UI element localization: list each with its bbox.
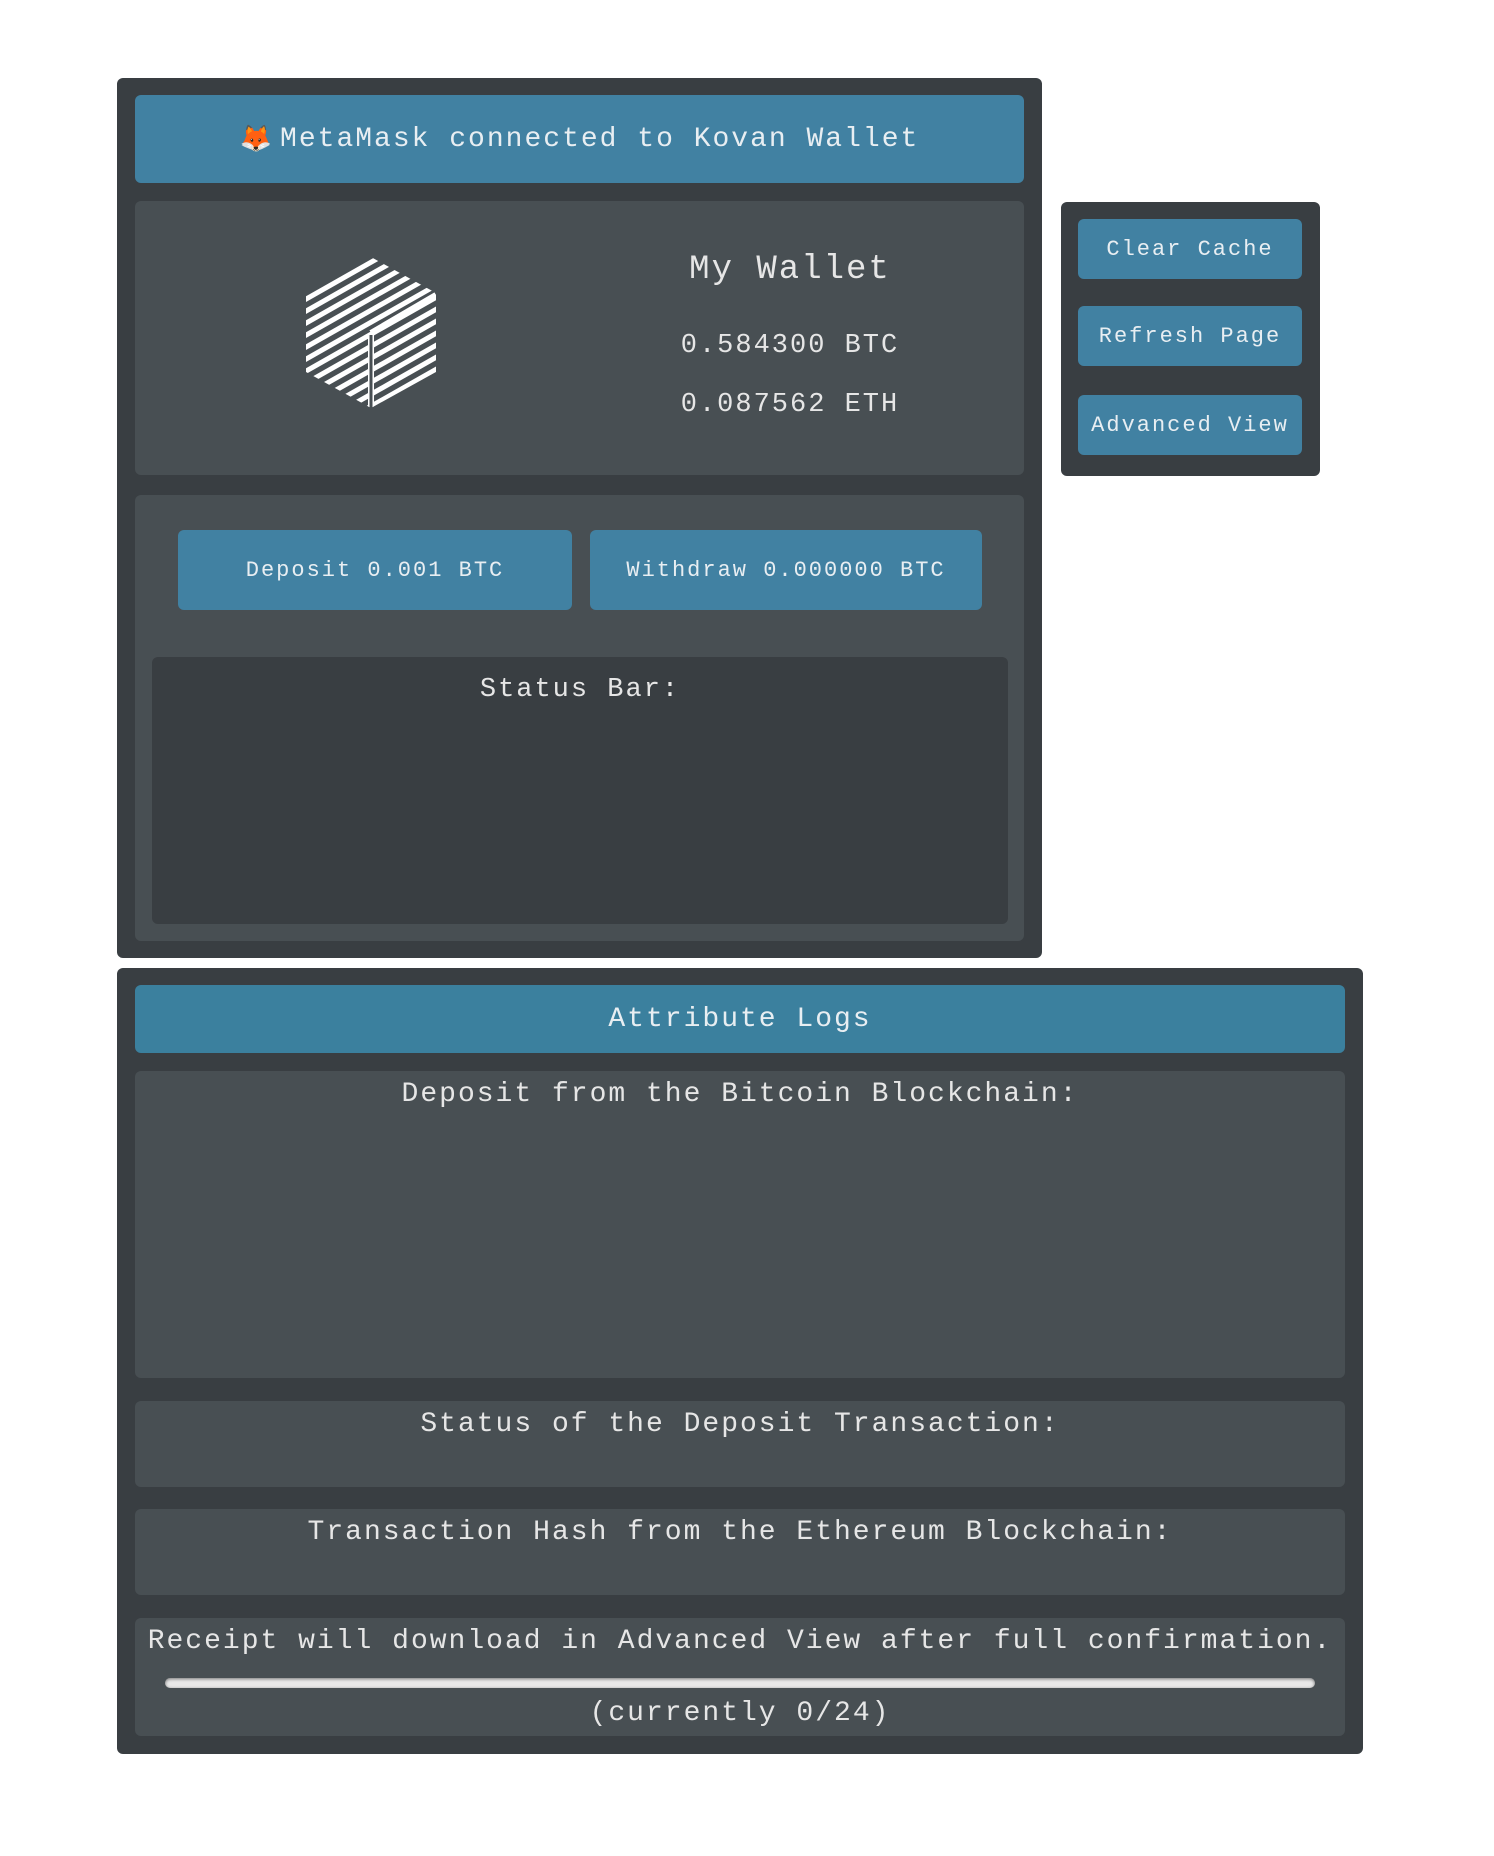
metamask-connection-banner: 🦊 MetaMask connected to Kovan Wallet: [135, 95, 1024, 183]
deposit-button[interactable]: Deposit 0.001 BTC: [178, 530, 572, 610]
transaction-status-label: Status of the Deposit Transaction:: [420, 1409, 1060, 1440]
transaction-hash-box: Transaction Hash from the Ethereum Block…: [135, 1509, 1345, 1595]
transaction-hash-label: Transaction Hash from the Ethereum Block…: [307, 1517, 1173, 1548]
cube-logo-icon: [306, 257, 436, 410]
transaction-status-box: Status of the Deposit Transaction:: [135, 1401, 1345, 1487]
deposit-log-label: Deposit from the Bitcoin Blockchain:: [401, 1079, 1079, 1110]
confirmation-count: (currently 0/24): [589, 1698, 891, 1729]
deposit-log-box: Deposit from the Bitcoin Blockchain:: [135, 1071, 1345, 1378]
fox-icon: 🦊: [239, 124, 275, 155]
wallet-summary: My Wallet 0.584300 BTC 0.087562 ETH: [135, 201, 1024, 475]
wallet-panel: 🦊 MetaMask connected to Kovan Wallet My …: [117, 78, 1042, 958]
status-bar-label: Status Bar:: [479, 675, 681, 705]
connection-text: MetaMask connected to Kovan Wallet: [280, 123, 920, 155]
clear-cache-button[interactable]: Clear Cache: [1078, 219, 1302, 279]
actions-section: Deposit 0.001 BTC Withdraw 0.000000 BTC …: [135, 495, 1024, 941]
advanced-view-button[interactable]: Advanced View: [1078, 395, 1302, 455]
receipt-label: Receipt will download in Advanced View a…: [147, 1626, 1333, 1657]
wallet-title: My Wallet: [689, 251, 891, 289]
status-bar: Status Bar:: [152, 657, 1008, 924]
receipt-box: Receipt will download in Advanced View a…: [135, 1618, 1345, 1736]
refresh-page-button[interactable]: Refresh Page: [1078, 306, 1302, 366]
side-menu: Clear Cache Refresh Page Advanced View: [1061, 202, 1320, 476]
withdraw-button[interactable]: Withdraw 0.000000 BTC: [590, 530, 982, 610]
attribute-logs-title: Attribute Logs: [135, 985, 1345, 1053]
eth-balance: 0.087562 ETH: [680, 390, 900, 420]
confirmation-progress-bar: [165, 1678, 1315, 1688]
attribute-logs-panel: Attribute Logs Deposit from the Bitcoin …: [117, 968, 1363, 1754]
btc-balance: 0.584300 BTC: [680, 331, 900, 361]
